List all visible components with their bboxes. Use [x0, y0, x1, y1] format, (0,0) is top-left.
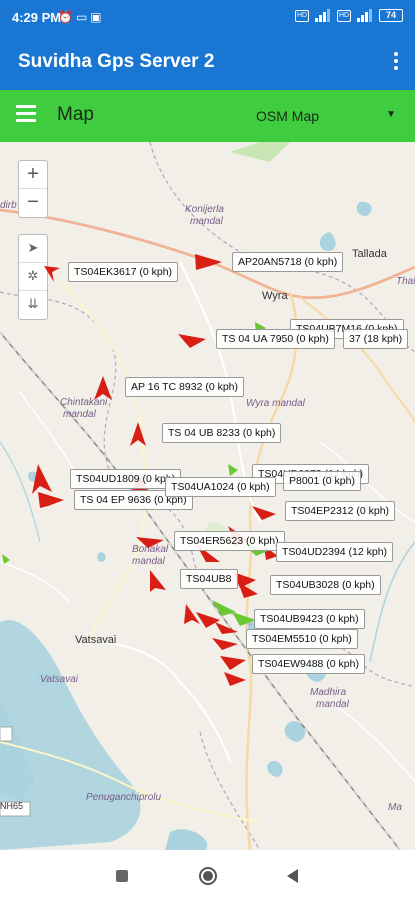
status-system-icons: HD HD 74 — [295, 9, 403, 22]
vehicle-label[interactable]: TS04EW9488 (0 kph) — [252, 654, 365, 674]
vehicle-marker — [238, 582, 258, 598]
back-icon[interactable] — [287, 869, 298, 883]
vehicle-label[interactable]: TS 04 UB 8233 (0 kph) — [162, 423, 282, 443]
status-bar: 4:29 PM ⏰▭▣ HD HD 74 — [0, 0, 415, 36]
status-notification-icons: ⏰▭▣ — [58, 10, 105, 24]
vehicle-marker — [212, 638, 238, 650]
vehicle-label[interactable]: TS04UB9423 (0 kph) — [254, 609, 365, 629]
status-time: 4:29 PM — [12, 10, 62, 25]
app-bar: Suvidha Gps Server 2 — [0, 36, 415, 90]
vehicle-label[interactable]: P8001 (0 kph) — [283, 471, 361, 491]
dropdown-arrow-icon: ▼ — [386, 109, 396, 120]
vehicle-label[interactable]: TS04ER5623 (0 kph) — [174, 531, 285, 551]
page-title: Map — [57, 104, 94, 125]
map-view[interactable]: Konijerla mandal Wyra Wyra mandal Chinta… — [0, 142, 415, 850]
vehicle-label[interactable]: TS04EM5510 (0 kph) — [246, 629, 358, 649]
vehicle-marker — [224, 672, 246, 686]
hd-icon: HD — [295, 9, 309, 22]
vehicle-marker — [44, 266, 60, 282]
vehicle-marker — [150, 570, 166, 592]
vehicle-marker — [215, 622, 238, 634]
vehicle-label[interactable]: TS04UB8 — [180, 569, 238, 589]
map-toolbar: Map OSM Map ▼ — [0, 90, 415, 142]
vehicle-marker — [252, 506, 276, 520]
vehicle-marker — [38, 492, 64, 508]
vehicle-label[interactable]: AP20AN5718 (0 kph) — [232, 252, 344, 272]
map-type-value: OSM Map — [256, 108, 320, 124]
vehicle-marker-moving — [228, 464, 238, 476]
system-nav-bar — [0, 850, 415, 900]
home-icon[interactable] — [199, 867, 217, 885]
vehicle-label[interactable]: TS 04 UA 7950 (0 kph) — [216, 329, 335, 349]
hamburger-menu-icon[interactable] — [16, 105, 36, 123]
vehicle-marker — [32, 464, 52, 494]
laptop-icon: ▭ — [75, 10, 91, 24]
vehicle-label[interactable]: TS04UA1024 (0 kph) — [165, 477, 276, 497]
vehicle-marker — [130, 422, 146, 446]
vehicle-label[interactable]: TS04EP2312 (0 kph) — [285, 501, 396, 521]
vehicle-marker — [195, 254, 222, 270]
vehicle-marker-moving — [2, 554, 10, 564]
vehicle-label[interactable]: 37 (18 kph) — [343, 329, 409, 349]
app-icon: ▣ — [90, 10, 105, 24]
vehicle-marker — [196, 612, 220, 628]
vehicle-label[interactable]: AP 16 TC 8932 (0 kph) — [125, 377, 245, 397]
vehicle-marker — [178, 334, 206, 348]
recents-icon[interactable] — [116, 870, 128, 882]
map-type-select[interactable]: OSM Map ▼ — [250, 106, 400, 128]
vehicle-label[interactable]: TS04UD2394 (12 kph) — [276, 542, 394, 562]
vehicle-marker — [220, 656, 246, 670]
vehicle-label[interactable]: TS04EK3617 (0 kph) — [68, 262, 179, 282]
alarm-icon: ⏰ — [58, 10, 76, 24]
app-title: Suvidha Gps Server 2 — [18, 51, 215, 72]
signal-icon-2 — [357, 9, 373, 22]
signal-icon — [315, 9, 331, 22]
more-vert-icon[interactable] — [391, 50, 401, 74]
battery-icon: 74 — [379, 9, 403, 22]
vehicle-label[interactable]: TS04UB3028 (0 kph) — [270, 575, 381, 595]
vehicle-marker-moving — [212, 600, 236, 616]
vehicle-marker-moving — [232, 612, 256, 626]
vehicle-marker — [136, 537, 164, 548]
vehicle-marker — [94, 376, 112, 400]
hd-icon-2: HD — [337, 9, 351, 22]
